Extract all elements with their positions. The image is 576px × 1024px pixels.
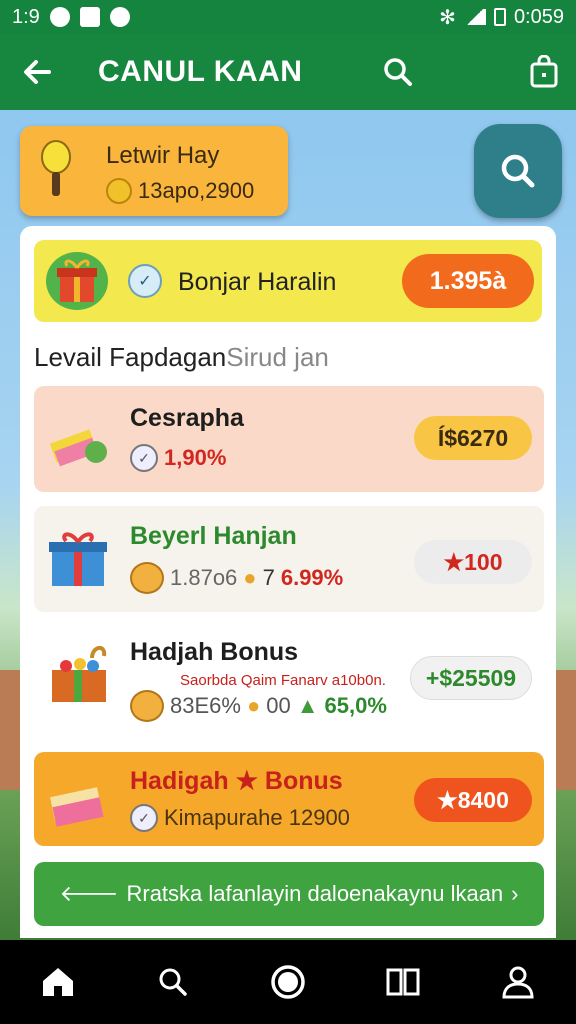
signal-icon	[463, 9, 486, 25]
coin-balance: 13apo,2900	[138, 178, 255, 203]
lightbulb-icon	[41, 140, 71, 196]
leaf-icon: ▲	[296, 693, 319, 718]
check-icon: ✓	[130, 444, 158, 472]
promo-banner[interactable]: ✓ Bonjar Haralin 1.395à	[34, 240, 542, 322]
bear-icon	[130, 690, 164, 722]
nav-search[interactable]	[143, 952, 203, 1012]
item-sub: 83E6% ● 00 ▲ 65,0%	[130, 690, 387, 722]
item-stat-a: 83E6%	[170, 693, 241, 718]
item-detail: Kimapurahe 12900	[164, 805, 350, 830]
item-value[interactable]: Í$6270	[414, 416, 532, 460]
status-app-icon	[79, 7, 100, 27]
reward-item[interactable]: Cesrapha ✓ 1,90% Í$6270	[34, 386, 544, 492]
nav-home[interactable]	[28, 952, 88, 1012]
back-button[interactable]	[0, 34, 74, 110]
reward-item[interactable]: Hadigah ★ Bonus ✓ Kimapurahe 12900 ★8400	[34, 752, 544, 846]
item-sub: 1.87o6 ● 7 6.99%	[130, 562, 343, 594]
bear-icon	[130, 562, 164, 594]
banner-value-button[interactable]: 1.395à	[402, 254, 534, 308]
check-badge-icon: ✓	[128, 264, 162, 298]
user-name: Letwir Hay	[106, 142, 220, 169]
gift-box-icon	[49, 532, 107, 586]
page-title: CANUL KAAN	[98, 55, 303, 88]
status-info-icon	[109, 7, 130, 27]
arrow-left-icon: 🡐	[59, 881, 119, 906]
key-icon: ●	[246, 693, 261, 718]
nav-profile[interactable]	[488, 952, 548, 1012]
item-name: Hadigah ★ Bonus	[130, 767, 343, 795]
item-percent: 65,0%	[324, 693, 387, 718]
coin-icon	[106, 178, 132, 204]
status-notification-icon	[49, 7, 70, 27]
cart-button[interactable]	[514, 42, 574, 102]
item-note: Saorbda Qaim Fanarv a10b0n.	[180, 672, 386, 689]
item-name: Cesrapha	[130, 404, 244, 432]
bottom-nav	[0, 940, 576, 1024]
section-title-main: Levail Fapdagan	[34, 342, 227, 372]
key-icon: ●	[243, 565, 257, 590]
status-bar: 1:9 ✻ 0:059	[0, 0, 576, 34]
search-icon	[159, 968, 187, 996]
check-icon: ✓	[130, 804, 158, 832]
gear-icon: ✻	[439, 6, 456, 29]
cta-button[interactable]: 🡐 Rratska lafanlayin daloenakaynu lkaan …	[34, 862, 544, 926]
gift-basket-icon	[52, 646, 107, 702]
item-percent: 6.99%	[280, 565, 344, 590]
gift-icon	[46, 252, 108, 310]
home-icon	[42, 968, 73, 996]
item-sub: ✓ 1,90%	[130, 444, 226, 472]
search-icon	[384, 58, 412, 86]
gift-box-icon	[49, 429, 107, 467]
item-stat-b: 00	[266, 693, 291, 718]
shopping-bag-icon	[530, 55, 558, 88]
user-card[interactable]: Letwir Hay 13apo,2900	[20, 126, 288, 216]
circle-icon	[271, 965, 305, 999]
search-icon	[501, 154, 535, 188]
section-title-faded: Sirud jan	[226, 342, 329, 372]
section-title: Levail FapdaganSirud jan	[34, 342, 329, 373]
item-stat-b: 7	[262, 565, 275, 590]
item-value[interactable]: +$25509	[410, 656, 532, 700]
nav-center[interactable]	[258, 952, 318, 1012]
item-value[interactable]: ★100	[414, 540, 532, 584]
reward-item[interactable]: Hadjah Bonus Saorbda Qaim Fanarv a10b0n.…	[34, 626, 544, 734]
reward-item[interactable]: Beyerl Hanjan 1.87o6 ● 7 6.99% ★100	[34, 506, 544, 612]
item-value[interactable]: ★8400	[414, 778, 532, 822]
banner-label: Bonjar Haralin	[178, 268, 337, 296]
item-stat-a: 1.87o6	[170, 565, 238, 590]
arrow-left-icon	[24, 60, 51, 84]
status-clock: 0:059	[513, 5, 564, 28]
item-sub: ✓ Kimapurahe 12900	[130, 804, 350, 832]
item-name: Beyerl Hanjan	[130, 522, 297, 550]
item-percent: 1,90%	[164, 445, 227, 470]
item-name: Hadjah Bonus	[130, 638, 299, 666]
gift-box-icon	[50, 787, 104, 827]
search-button[interactable]	[368, 42, 428, 102]
profile-icon	[502, 966, 534, 999]
book-icon	[386, 968, 420, 996]
status-time: 1:9	[12, 5, 40, 28]
battery-icon	[493, 8, 506, 26]
app-bar: CANUL KAAN	[0, 34, 576, 110]
floating-search-button[interactable]	[474, 124, 562, 218]
rewards-panel: ✓ Bonjar Haralin 1.395à Levail FapdaganS…	[20, 226, 556, 938]
cta-label: Rratska lafanlayin daloenakaynu lkaan	[126, 881, 504, 906]
nav-library[interactable]	[373, 952, 433, 1012]
chevron-right-icon: ›	[511, 881, 519, 906]
